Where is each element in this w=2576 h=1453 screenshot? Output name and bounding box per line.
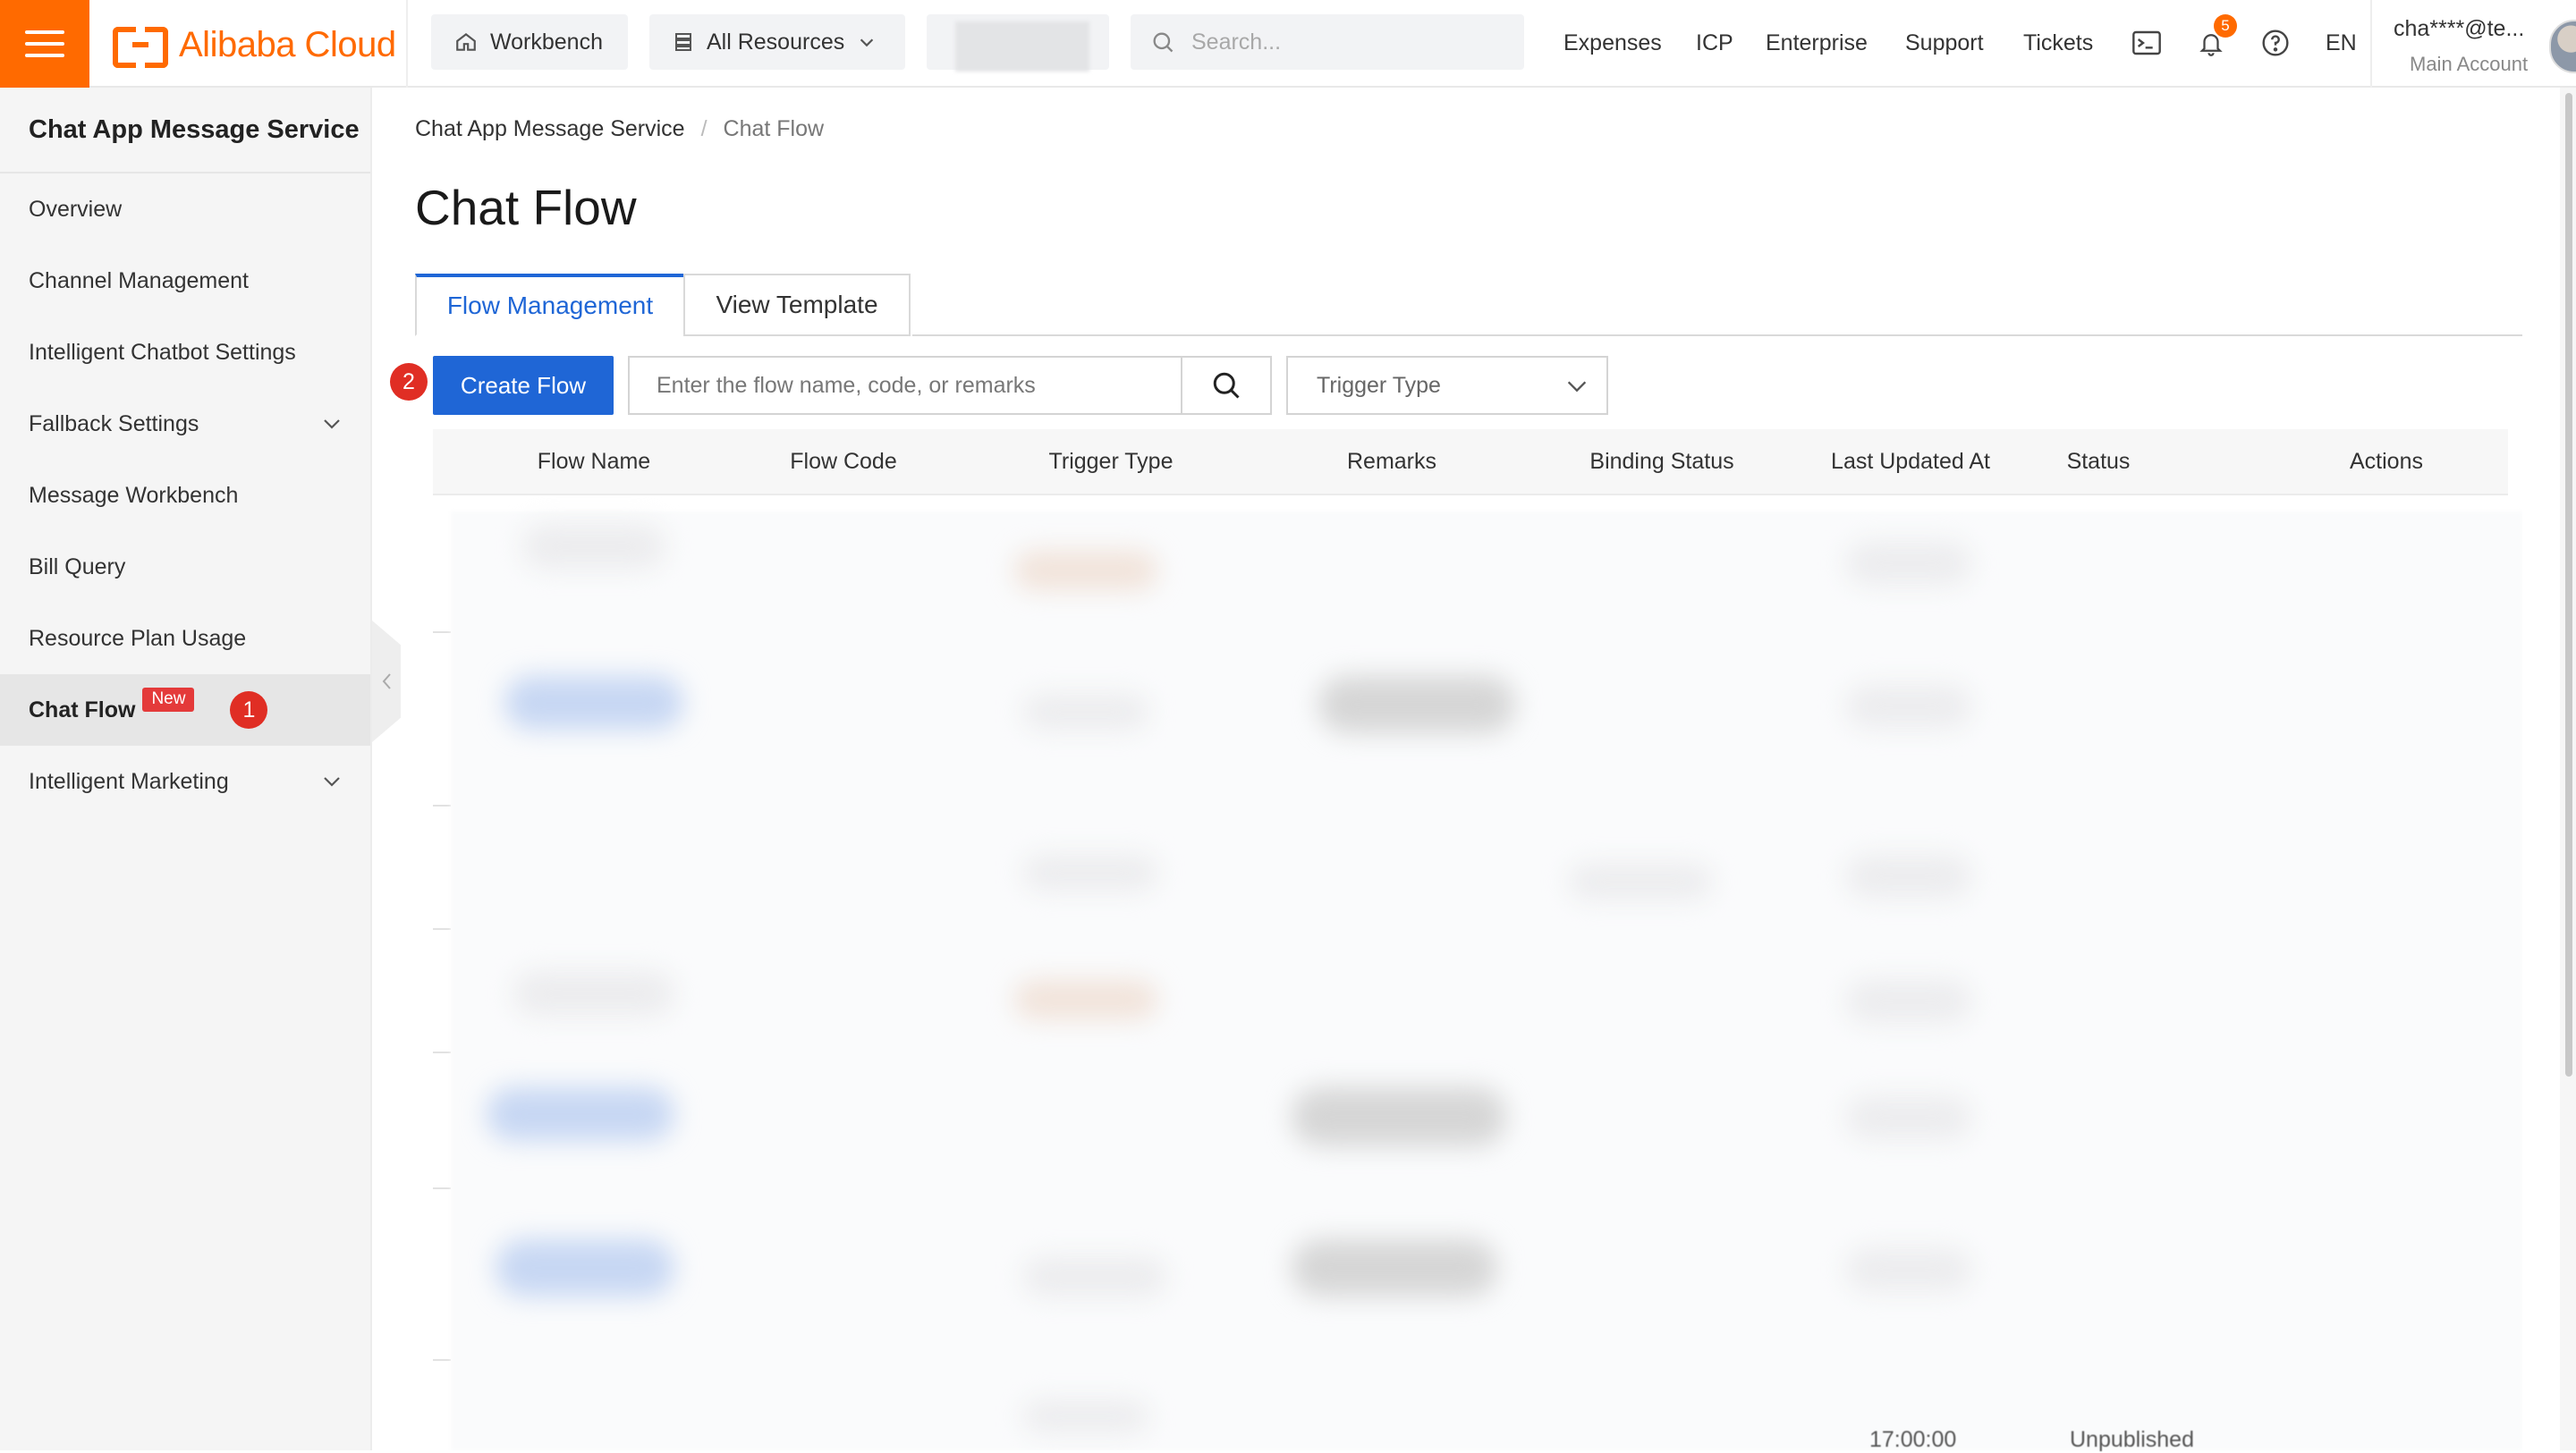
breadcrumb: Chat App Message Service / Chat Flow [415, 116, 824, 142]
breadcrumb-separator: / [700, 116, 708, 141]
language-switch[interactable]: EN [2326, 29, 2357, 57]
table-row [522, 524, 665, 569]
column-trigger-type[interactable]: Trigger Type [1049, 429, 1174, 494]
page-title: Chat Flow [415, 180, 637, 235]
page-scrollbar-thumb[interactable] [2565, 93, 2572, 1077]
global-search[interactable] [1131, 14, 1524, 70]
help-button[interactable] [2258, 25, 2293, 61]
brand-name: Alibaba Cloud [179, 24, 396, 64]
sidebar-item-channel-management[interactable]: Channel Management [0, 245, 370, 317]
sidebar-item-overview[interactable]: Overview [0, 173, 370, 245]
expenses-link[interactable]: Expenses [1563, 29, 1662, 57]
icp-link[interactable]: ICP [1696, 29, 1733, 57]
account-name: cha****@te... [2394, 16, 2525, 41]
create-flow-button[interactable]: Create Flow [433, 356, 614, 415]
workbench-button[interactable]: Workbench [431, 14, 628, 70]
column-binding-status[interactable]: Binding Status [1589, 429, 1733, 494]
table-row [1023, 855, 1157, 891]
breadcrumb-current: Chat Flow [723, 116, 825, 141]
column-flow-name[interactable]: Flow Name [538, 429, 650, 494]
chevron-left-icon [382, 673, 391, 689]
column-last-updated-at[interactable]: Last Updated At [1831, 429, 1990, 494]
tickets-link[interactable]: Tickets [2023, 29, 2093, 57]
all-resources-dropdown[interactable]: All Resources [649, 14, 905, 70]
table-row[interactable] [487, 1087, 674, 1141]
top-bar: Alibaba Cloud Workbench All Resources Ex… [0, 0, 2576, 88]
flow-search [628, 356, 1272, 415]
flow-search-button[interactable] [1181, 358, 1270, 413]
sidebar-item-fallback-settings[interactable]: Fallback Settings [0, 388, 370, 460]
breadcrumb-root-link[interactable]: Chat App Message Service [415, 116, 685, 142]
avatar[interactable] [2549, 20, 2576, 73]
sidebar: Chat App Message Service Overview Channe… [0, 88, 372, 1450]
chevron-down-icon [1567, 381, 1587, 393]
tab-flow-management[interactable]: Flow Management [415, 274, 685, 336]
sidebar-title: Chat App Message Service [0, 88, 370, 173]
sidebar-item-resource-plan-usage[interactable]: Resource Plan Usage [0, 603, 370, 674]
terminal-icon [2132, 30, 2161, 55]
account-menu[interactable]: cha****@te... Main Account [2394, 16, 2537, 76]
region-selector[interactable] [927, 14, 1109, 72]
row-last-updated-partial: 17:00:00 [1869, 1427, 1957, 1452]
chevron-down-icon [324, 419, 340, 429]
step-marker-2: 2 [390, 363, 428, 401]
flow-search-input[interactable] [630, 358, 1181, 413]
new-badge: New [142, 687, 195, 712]
sidebar-item-message-workbench[interactable]: Message Workbench [0, 460, 370, 531]
support-link[interactable]: Support [1905, 29, 1984, 57]
search-icon [1213, 372, 1240, 399]
stack-icon [675, 33, 691, 51]
hamburger-icon [25, 30, 64, 34]
account-type: Main Account [2410, 53, 2529, 75]
chevron-down-icon [324, 777, 340, 787]
question-circle-icon [2262, 30, 2289, 56]
sidebar-item-intelligent-chatbot-settings[interactable]: Intelligent Chatbot Settings [0, 317, 370, 388]
table-row[interactable] [496, 1239, 674, 1297]
home-icon [456, 32, 476, 51]
column-flow-code[interactable]: Flow Code [790, 429, 897, 494]
flow-table-body [433, 497, 2522, 1450]
sidebar-item-bill-query[interactable]: Bill Query [0, 531, 370, 603]
search-icon [1153, 32, 1174, 53]
enterprise-link[interactable]: Enterprise [1766, 29, 1868, 57]
trigger-type-select[interactable]: Trigger Type [1286, 356, 1608, 415]
redacted-region [955, 21, 1089, 72]
notification-count-badge: 5 [2214, 14, 2237, 38]
alibaba-cloud-logo-icon [113, 27, 168, 68]
row-status-partial: Unpublished [2070, 1427, 2194, 1452]
column-actions[interactable]: Actions [2350, 429, 2423, 494]
sidebar-item-chat-flow[interactable]: Chat Flow New 1 [0, 674, 370, 746]
sidebar-item-intelligent-marketing[interactable]: Intelligent Marketing [0, 746, 370, 817]
column-status[interactable]: Status [2067, 429, 2131, 494]
chevron-down-icon [860, 38, 874, 47]
tab-view-template[interactable]: View Template [683, 274, 911, 336]
flow-table-header: Flow Name Flow Code Trigger Type Remarks… [433, 429, 2508, 495]
brand-logo[interactable]: Alibaba Cloud [113, 21, 396, 68]
tab-bar: Flow Management View Template [415, 274, 911, 336]
column-remarks[interactable]: Remarks [1347, 429, 1436, 494]
table-row [513, 971, 674, 1016]
sidebar-collapse-handle[interactable] [372, 621, 401, 742]
step-marker-1: 1 [230, 691, 268, 729]
redacted-table-rows [451, 511, 2522, 1450]
cloud-shell-button[interactable] [2129, 25, 2165, 61]
menu-toggle-button[interactable] [0, 0, 89, 88]
global-search-input[interactable] [1190, 28, 1515, 56]
table-row[interactable] [504, 676, 683, 730]
